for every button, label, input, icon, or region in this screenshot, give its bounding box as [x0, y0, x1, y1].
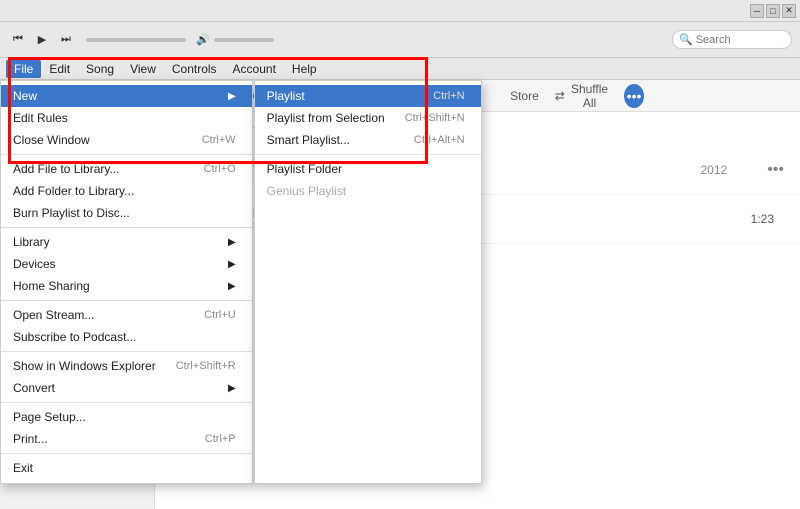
menu-account[interactable]: Account [225, 60, 284, 78]
menu-controls[interactable]: Controls [164, 60, 225, 78]
menu-song[interactable]: Song [78, 60, 122, 78]
menu-bar: File Edit Song View Controls Account Hel… [0, 58, 800, 80]
menu-file-devices[interactable]: Devices ▶ [1, 253, 252, 275]
toolbar: ⏮ ▶ ⏭ 🔊 🔍 [0, 22, 800, 58]
file-dropdown-container: New ▶ Edit Rules Close Window Ctrl+W Add… [0, 80, 482, 484]
play-button[interactable]: ▶ [32, 30, 52, 50]
track-year: 2012 [700, 163, 727, 177]
menu-file-burn[interactable]: Burn Playlist to Disc... [1, 202, 252, 224]
rewind-button[interactable]: ⏮ [8, 30, 28, 50]
menu-file-openstream[interactable]: Open Stream... Ctrl+U [1, 304, 252, 326]
separator-2 [1, 227, 252, 228]
submenu-playlist-from-selection[interactable]: Playlist from Selection Ctrl+Shift+N [255, 107, 481, 129]
menu-file[interactable]: File [6, 60, 41, 78]
tab-store[interactable]: Store [496, 85, 553, 107]
submenu-smart-playlist[interactable]: Smart Playlist... Ctrl+Alt+N [255, 129, 481, 151]
menu-file-closewindow[interactable]: Close Window Ctrl+W [1, 129, 252, 151]
track-duration: 1:23 [751, 212, 774, 226]
arrow-icon: ▶ [228, 237, 236, 248]
menu-file-addfile[interactable]: Add File to Library... Ctrl+O [1, 158, 252, 180]
menu-file-editrules[interactable]: Edit Rules [1, 107, 252, 129]
menu-file-exit[interactable]: Exit [1, 457, 252, 479]
separator-1 [1, 154, 252, 155]
menu-view[interactable]: View [122, 60, 164, 78]
submenu-genius-playlist: Genius Playlist [255, 180, 481, 202]
menu-file-convert[interactable]: Convert ▶ [1, 377, 252, 399]
volume-icon: 🔊 [196, 33, 210, 46]
search-icon: 🔍 [679, 33, 693, 46]
separator-3 [1, 300, 252, 301]
menu-help[interactable]: Help [284, 60, 325, 78]
separator-5 [1, 402, 252, 403]
more-options-button[interactable]: ••• [624, 84, 644, 108]
submenu-separator-1 [255, 154, 481, 155]
volume-area: 🔊 [196, 33, 274, 46]
separator-4 [1, 351, 252, 352]
fastforward-button[interactable]: ⏭ [56, 30, 76, 50]
separator-6 [1, 453, 252, 454]
window-controls: ─ □ ✕ [750, 4, 796, 18]
arrow-icon: ▶ [228, 91, 236, 102]
file-dropdown: New ▶ Edit Rules Close Window Ctrl+W Add… [0, 80, 253, 484]
transport-controls: ⏮ ▶ ⏭ [8, 30, 76, 50]
close-button[interactable]: ✕ [782, 4, 796, 18]
search-input[interactable] [696, 34, 786, 46]
search-box[interactable]: 🔍 [672, 30, 792, 49]
maximize-button[interactable]: □ [766, 4, 780, 18]
menu-edit[interactable]: Edit [41, 60, 78, 78]
arrow-icon: ▶ [228, 281, 236, 292]
menu-file-pagesetup[interactable]: Page Setup... [1, 406, 252, 428]
minimize-button[interactable]: ─ [750, 4, 764, 18]
shuffle-all-button[interactable]: ⇄ Shuffle All [555, 82, 610, 110]
arrow-icon: ▶ [228, 383, 236, 394]
volume-slider[interactable] [214, 38, 274, 42]
menu-file-showexplorer[interactable]: Show in Windows Explorer Ctrl+Shift+R [1, 355, 252, 377]
menu-file-library[interactable]: Library ▶ [1, 231, 252, 253]
submenu-playlist[interactable]: Playlist Ctrl+N [255, 85, 481, 107]
menu-file-new[interactable]: New ▶ [1, 85, 252, 107]
track-more-button[interactable]: ••• [767, 161, 784, 179]
new-submenu: Playlist Ctrl+N Playlist from Selection … [254, 80, 482, 484]
arrow-icon: ▶ [228, 259, 236, 270]
menu-file-addfolder[interactable]: Add Folder to Library... [1, 180, 252, 202]
shuffle-icon: ⇄ [555, 89, 565, 103]
nav-right: ⇄ Shuffle All ••• [555, 82, 644, 110]
menu-file-print[interactable]: Print... Ctrl+P [1, 428, 252, 450]
menu-file-subscribepodcast[interactable]: Subscribe to Podcast... [1, 326, 252, 348]
progress-bar[interactable] [86, 38, 186, 42]
title-bar: ─ □ ✕ [0, 0, 800, 22]
shuffle-label: Shuffle All [569, 82, 610, 110]
submenu-playlist-folder[interactable]: Playlist Folder [255, 158, 481, 180]
menu-file-homesharing[interactable]: Home Sharing ▶ [1, 275, 252, 297]
